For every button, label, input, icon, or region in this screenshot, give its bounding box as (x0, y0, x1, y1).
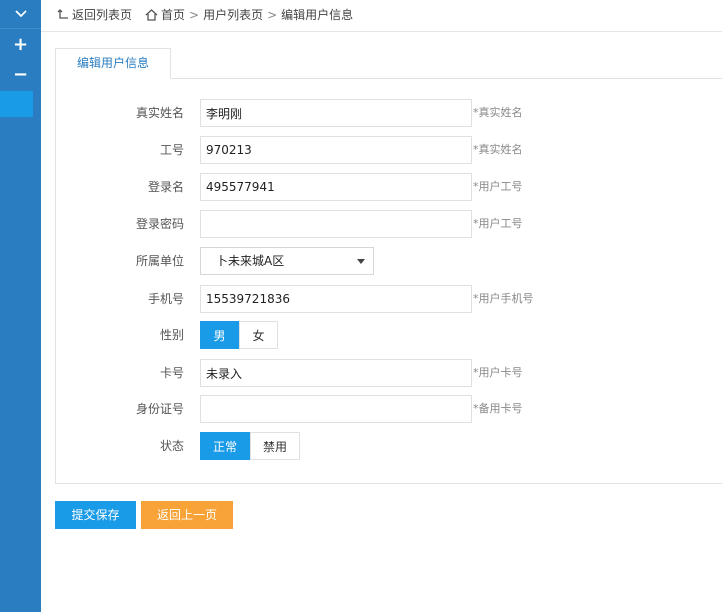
topbar: 返回列表页 首页 > 用户列表页 > 编辑用户信息 (41, 0, 722, 32)
id-no-input[interactable] (200, 395, 472, 423)
home-icon (145, 8, 158, 21)
sidebar-item-active[interactable] (0, 91, 33, 117)
chevron-down-icon (14, 10, 27, 18)
breadcrumb-separator: > (189, 7, 200, 22)
form-row-gender: 性别 男 女 (56, 321, 722, 349)
real-name-label: 真实姓名 (135, 106, 184, 120)
tab-edit-user[interactable]: 编辑用户信息 (55, 48, 171, 79)
job-no-label: 工号 (159, 143, 184, 157)
job-no-input[interactable] (200, 136, 472, 164)
unit-label: 所属单位 (135, 254, 184, 268)
caret-down-icon (357, 259, 365, 264)
phone-label: 手机号 (147, 292, 184, 306)
submit-save-button[interactable]: 提交保存 (55, 501, 136, 529)
form-row-login-name: 登录名 *用户工号 (56, 173, 722, 201)
form-row-real-name: 真实姓名 *真实姓名 (56, 99, 722, 127)
card-no-label: 卡号 (159, 366, 184, 380)
breadcrumb-home[interactable]: 首页 (161, 6, 185, 23)
gender-label: 性别 (159, 328, 184, 342)
status-label: 状态 (159, 439, 184, 453)
gender-option-male[interactable]: 男 (200, 321, 239, 349)
form-row-unit: 所属单位 卜未来城A区 (56, 247, 722, 275)
phone-input[interactable] (200, 285, 472, 313)
edit-user-form: 真实姓名 *真实姓名 工号 *真实姓名 登录名 *用户工号 登录密码 *用户工号… (55, 78, 722, 484)
status-option-normal[interactable]: 正常 (200, 432, 250, 460)
real-name-input[interactable] (200, 99, 472, 127)
id-no-label: 身份证号 (135, 402, 184, 416)
form-row-status: 状态 正常 禁用 (56, 432, 722, 460)
gender-option-female[interactable]: 女 (239, 321, 278, 349)
breadcrumb-separator: > (267, 7, 278, 22)
gender-toggle: 男 女 (200, 321, 278, 349)
tab-bar: 编辑用户信息 (55, 48, 722, 79)
card-no-input[interactable] (200, 359, 472, 387)
id-no-hint: *备用卡号 (473, 402, 523, 415)
back-to-list-label: 返回列表页 (72, 8, 133, 22)
job-no-hint: *真实姓名 (473, 143, 523, 156)
back-to-list-link[interactable]: 返回列表页 (57, 6, 132, 23)
password-hint: *用户工号 (473, 217, 523, 230)
form-row-password: 登录密码 *用户工号 (56, 210, 722, 238)
card-no-hint: *用户卡号 (473, 366, 523, 379)
real-name-hint: *真实姓名 (473, 106, 523, 119)
breadcrumb-user-list[interactable]: 用户列表页 (203, 6, 263, 23)
form-row-job-no: 工号 *真实姓名 (56, 136, 722, 164)
status-option-disabled[interactable]: 禁用 (250, 432, 300, 460)
password-input[interactable] (200, 210, 472, 238)
password-label: 登录密码 (135, 217, 184, 231)
breadcrumb: 首页 > 用户列表页 > 编辑用户信息 (145, 6, 353, 23)
sidebar-toggle[interactable] (0, 0, 41, 29)
go-back-button[interactable]: 返回上一页 (141, 501, 233, 529)
login-name-input[interactable] (200, 173, 472, 201)
expand-button[interactable]: + (0, 30, 41, 58)
login-name-hint: *用户工号 (473, 180, 523, 193)
breadcrumb-current: 编辑用户信息 (281, 8, 354, 22)
status-toggle: 正常 禁用 (200, 432, 300, 460)
form-row-phone: 手机号 *用户手机号 (56, 285, 722, 313)
return-arrow-icon (57, 8, 68, 19)
collapse-button[interactable]: − (0, 60, 41, 88)
login-name-label: 登录名 (147, 180, 184, 194)
form-row-card-no: 卡号 *用户卡号 (56, 359, 722, 387)
unit-select[interactable]: 卜未来城A区 (200, 247, 374, 275)
unit-select-value: 卜未来城A区 (216, 254, 285, 268)
phone-hint: *用户手机号 (473, 292, 534, 305)
form-row-id-no: 身份证号 *备用卡号 (56, 395, 722, 423)
sidebar: + − (0, 0, 41, 612)
